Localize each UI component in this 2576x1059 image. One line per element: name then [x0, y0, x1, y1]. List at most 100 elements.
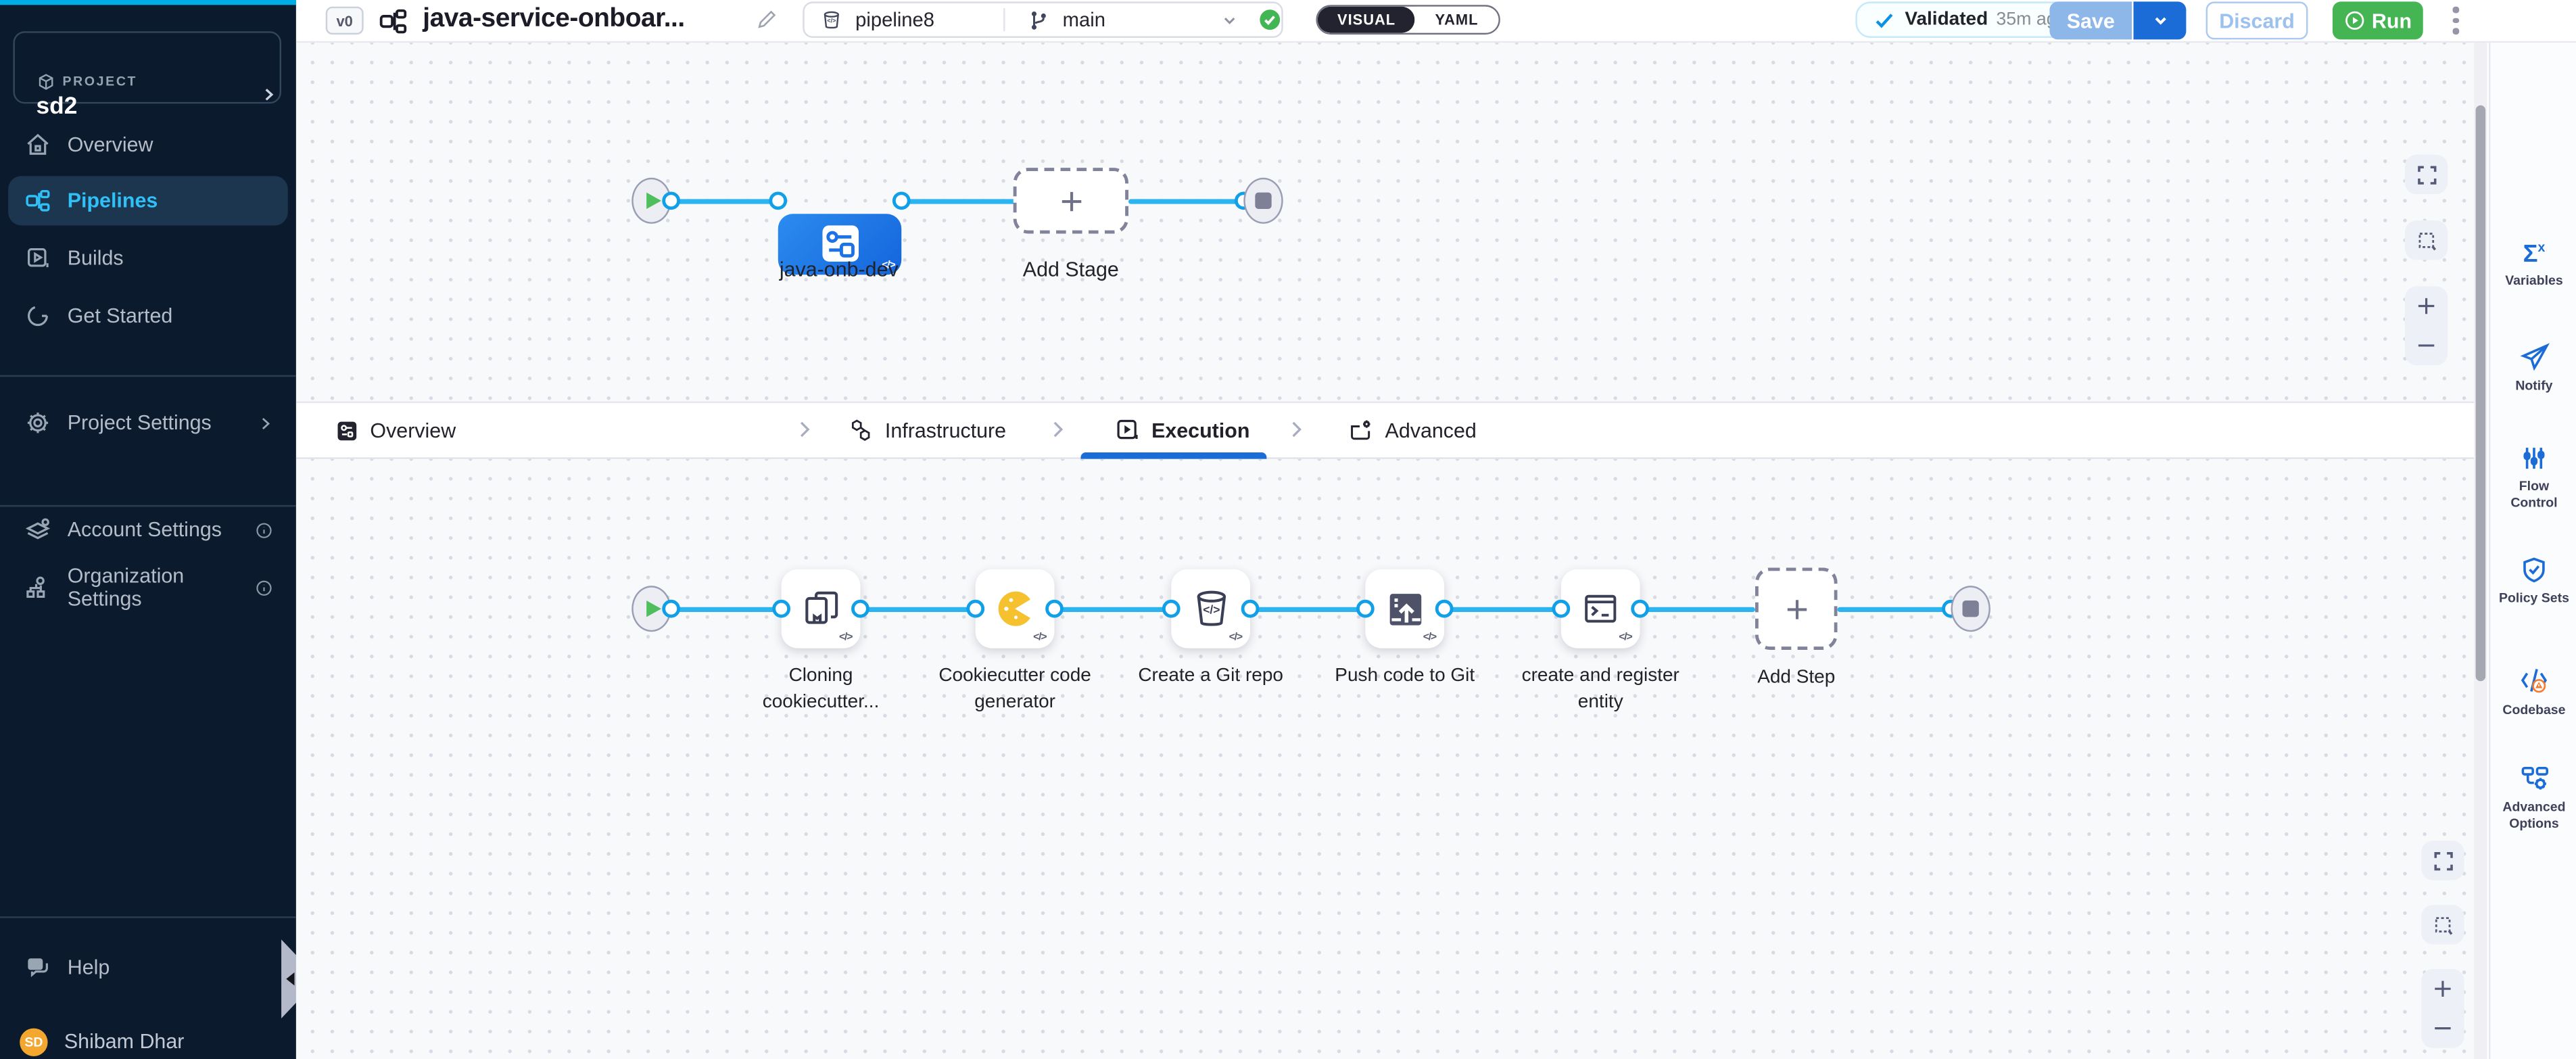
step-create-register-entity[interactable]: </> — [1561, 569, 1640, 649]
chevron-right-icon — [258, 415, 273, 430]
code-badge: </> — [839, 632, 852, 643]
tab-execution[interactable]: Execution — [1116, 403, 1250, 457]
step-cloning-cookiecutter[interactable]: </> — [782, 569, 861, 649]
pipeline-name: pipeline8 — [855, 8, 934, 31]
step-cookiecutter-generator[interactable]: </> — [976, 569, 1055, 649]
rail-label: Notify — [2496, 379, 2572, 395]
zoom-in-button[interactable] — [2431, 977, 2454, 1000]
exec-canvas-fullscreen-button[interactable] — [2421, 841, 2464, 880]
execution-canvas[interactable]: </> Cloning cookiecutter... </> Cookiecu… — [296, 459, 2474, 1059]
sidebar-item-project-settings[interactable]: Project Settings — [0, 398, 296, 448]
sidebar-item-pipelines[interactable]: Pipelines — [8, 176, 288, 225]
connector-line — [1250, 607, 1365, 611]
pipeline-header: v0 java-service-onboar... </> pipeline8 … — [296, 0, 2576, 43]
sidebar-item-get-started[interactable]: Get Started — [0, 291, 296, 341]
step-label: Push code to Git — [1314, 663, 1496, 689]
exec-canvas-select-button[interactable] — [2421, 905, 2464, 944]
sidebar-accent-line — [0, 0, 296, 5]
execution-end-node[interactable] — [1951, 586, 1990, 632]
pipeline-db-icon: </> — [821, 9, 842, 30]
gear-icon — [24, 410, 51, 436]
connector-port — [772, 600, 790, 618]
edit-pencil-icon[interactable] — [755, 8, 778, 31]
user-menu[interactable]: SD Shibam Dhar — [0, 1017, 296, 1059]
branch-select[interactable]: main — [1003, 8, 1281, 31]
overview-tab-icon — [335, 419, 358, 442]
rail-label: Variables — [2496, 273, 2572, 289]
tab-advanced[interactable]: Advanced — [1349, 403, 1477, 457]
right-toolbar: Σx Variables Notify Flow Control Policy … — [2489, 43, 2576, 1059]
rail-label: Advanced Options — [2496, 799, 2572, 832]
stage-canvas[interactable]: </> java-onb-dev Add Stage — [296, 43, 2474, 403]
step-create-git-repo[interactable]: </> </> — [1171, 569, 1250, 649]
add-step-button[interactable] — [1755, 567, 1838, 650]
stage-canvas-select-button[interactable] — [2405, 220, 2448, 260]
stage-tabs-bar: Overview Infrastructure Execution Advanc… — [296, 403, 2474, 459]
sidebar-item-help[interactable]: ? Help — [0, 943, 296, 992]
rail-item-flow-control[interactable]: Flow Control — [2490, 444, 2576, 512]
stage-canvas-zoom-controls — [2405, 286, 2448, 365]
rail-item-variables[interactable]: Σx Variables — [2490, 237, 2576, 289]
project-selector-card[interactable]: PROJECT sd2 — [13, 31, 281, 103]
save-options-button[interactable] — [2132, 1, 2186, 39]
code-badge: </> — [1229, 632, 1242, 643]
builds-icon — [24, 245, 51, 272]
sidebar-item-label: Project Settings — [68, 411, 212, 434]
rail-item-codebase[interactable]: Codebase — [2490, 665, 2576, 719]
step-label: Cloning cookiecutter... — [730, 663, 911, 715]
pipelines-icon — [24, 187, 51, 214]
run-label: Run — [2372, 9, 2412, 32]
add-stage-button[interactable] — [1013, 168, 1128, 233]
notify-plane-icon — [2519, 342, 2549, 372]
pipeline-branch-selector: </> pipeline8 main — [803, 1, 1283, 38]
toggle-visual[interactable]: VISUAL — [1318, 7, 1416, 33]
vertical-scrollbar-thumb[interactable] — [2476, 105, 2486, 682]
sidebar-item-label: Overview — [68, 133, 153, 156]
run-button[interactable]: Run — [2333, 1, 2423, 39]
code-badge: </> — [1423, 632, 1436, 643]
connector-port — [1435, 600, 1454, 618]
git-branch-icon — [1028, 9, 1050, 30]
avatar: SD — [20, 1027, 47, 1055]
sidebar-item-overview[interactable]: Overview — [0, 120, 296, 170]
rail-item-policy-sets[interactable]: Policy Sets — [2490, 556, 2576, 607]
sidebar: PROJECT sd2 Overview Pipelines Builds — [0, 0, 296, 1059]
pipeline-icon — [379, 7, 408, 37]
sidebar-item-account-settings[interactable]: Account Settings — [0, 505, 296, 555]
zoom-in-button[interactable] — [2415, 294, 2438, 317]
sidebar-item-organization-settings[interactable]: Organization Settings — [0, 563, 296, 612]
pipeline-select[interactable]: </> pipeline8 — [805, 8, 1003, 31]
connector-line — [1055, 607, 1172, 611]
tab-overview[interactable]: Overview — [335, 403, 456, 457]
visual-yaml-toggle[interactable]: VISUAL YAML — [1316, 5, 1500, 34]
play-icon — [646, 601, 661, 617]
rail-label: Codebase — [2496, 703, 2572, 719]
connector-port — [1045, 600, 1064, 618]
connector-line — [668, 607, 782, 611]
stage-canvas-fullscreen-button[interactable] — [2405, 155, 2448, 194]
step-push-code-to-git[interactable]: </> — [1365, 569, 1444, 649]
discard-button[interactable]: Discard — [2206, 1, 2308, 39]
cube-icon — [37, 72, 56, 92]
connector-port — [1162, 600, 1180, 618]
save-button[interactable]: Save — [2049, 1, 2132, 39]
info-icon — [255, 521, 273, 539]
more-options-kebab[interactable] — [2444, 5, 2467, 36]
branch-ok-icon — [1258, 8, 1281, 31]
tab-infrastructure[interactable]: Infrastructure — [849, 403, 1006, 457]
sidebar-item-builds[interactable]: Builds — [0, 233, 296, 283]
svg-text:</>: </> — [1202, 602, 1219, 615]
sidebar-item-label: Help — [68, 956, 110, 979]
rail-item-advanced-options[interactable]: Advanced Options — [2490, 763, 2576, 832]
connector-port — [892, 191, 911, 210]
connector-port — [662, 191, 680, 210]
pipeline-end-node[interactable] — [1243, 178, 1283, 224]
toggle-yaml[interactable]: YAML — [1415, 7, 1498, 33]
play-icon — [646, 193, 661, 209]
active-tab-underline — [1080, 452, 1266, 459]
tab-label: Infrastructure — [885, 419, 1006, 442]
zoom-out-button[interactable] — [2415, 334, 2438, 357]
rail-item-notify[interactable]: Notify — [2490, 342, 2576, 395]
connector-line — [1128, 198, 1243, 203]
zoom-out-button[interactable] — [2431, 1017, 2454, 1040]
